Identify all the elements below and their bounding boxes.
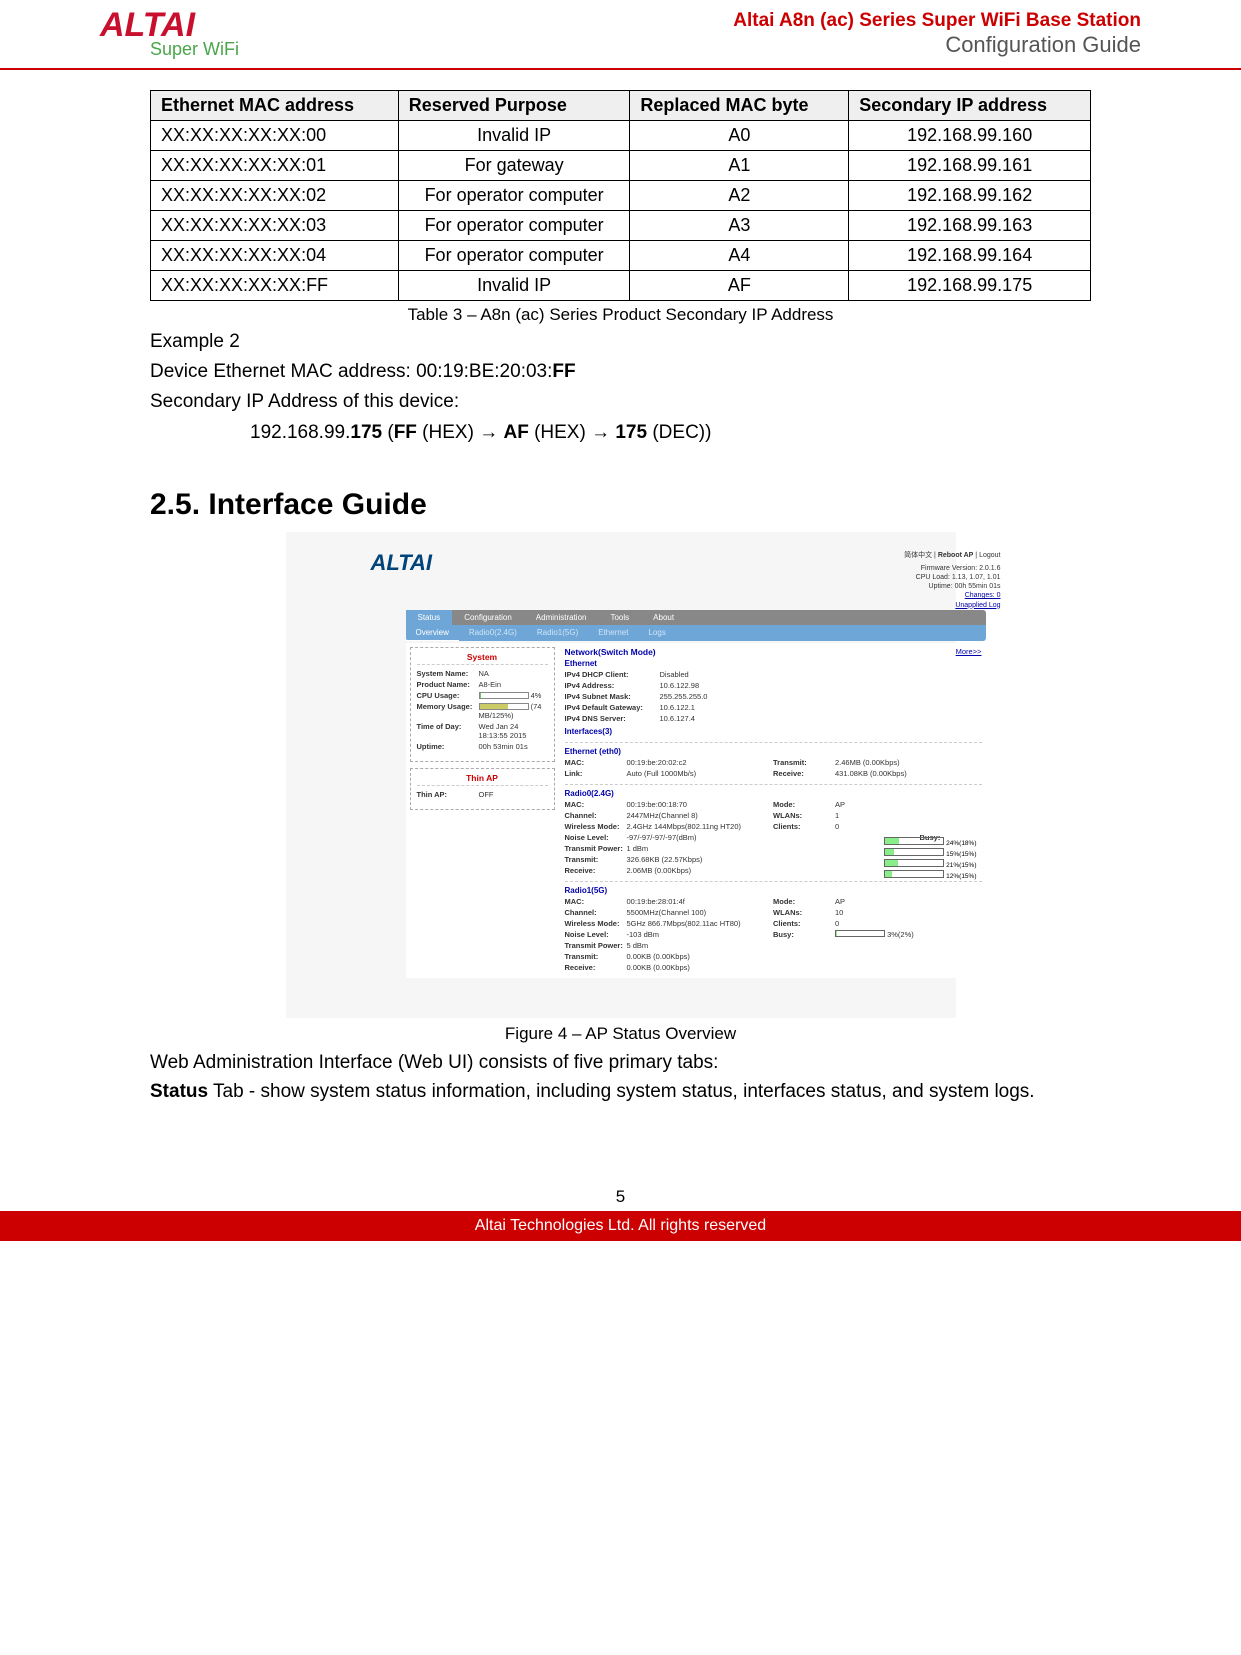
- example2-formula: 192.168.99.175 (FF (HEX) → AF (HEX) → 17…: [250, 418, 1091, 448]
- radio5-title: Radio1(5G): [565, 881, 982, 895]
- subtab-r5[interactable]: Radio1(5G): [527, 625, 588, 640]
- page-header: ALTAI Super WiFi Altai A8n (ac) Series S…: [0, 0, 1241, 70]
- doc-title-line1: Altai A8n (ac) Series Super WiFi Base St…: [733, 10, 1141, 32]
- subtab-overview[interactable]: Overview: [406, 625, 459, 641]
- figure4-caption: Figure 4 – AP Status Overview: [150, 1024, 1091, 1044]
- thinap-panel-title: Thin AP: [417, 773, 548, 786]
- table-row: XX:XX:XX:XX:XX:02For operator computerA2…: [151, 180, 1091, 210]
- subtab-r24[interactable]: Radio0(2.4G): [459, 625, 527, 640]
- fig-logo: ALTAI: [371, 550, 433, 575]
- table-row: XX:XX:XX:XX:XX:04For operator computerA4…: [151, 240, 1091, 270]
- system-panel-title: System: [417, 652, 548, 665]
- tab-about[interactable]: About: [641, 610, 686, 625]
- eth0-title: Ethernet (eth0): [565, 742, 982, 756]
- example2-line1: Device Ethernet MAC address: 00:19:BE:20…: [150, 357, 1091, 387]
- figure-ap-status: ALTAI 简体中文 | Reboot AP | Logout Firmware…: [286, 532, 956, 1017]
- body-paragraph: Web Administration Interface (Web UI) co…: [150, 1048, 1091, 1107]
- unapplied-link[interactable]: Unapplied Log: [955, 602, 1000, 609]
- th-ip: Secondary IP address: [849, 90, 1091, 120]
- subtab-logs[interactable]: Logs: [638, 625, 675, 640]
- tab-tools[interactable]: Tools: [598, 610, 641, 625]
- subtab-eth[interactable]: Ethernet: [588, 625, 638, 640]
- table-row: XX:XX:XX:XX:XX:01For gatewayA1192.168.99…: [151, 150, 1091, 180]
- doc-title-line2: Configuration Guide: [733, 32, 1141, 58]
- th-mac: Ethernet MAC address: [151, 90, 399, 120]
- thinap-panel: Thin AP Thin AP:OFF: [410, 768, 555, 810]
- fig-sub-nav: OverviewRadio0(2.4G)Radio1(5G)EthernetLo…: [406, 625, 986, 641]
- system-panel: System System Name:NA Product Name:A8-Ei…: [410, 647, 555, 762]
- page-number: 5: [0, 1187, 1241, 1207]
- logo-area: ALTAI Super WiFi: [100, 10, 239, 60]
- busy-bars: 24%(18%) 15%(15%) 21%(15%) 12%(15%): [884, 837, 976, 881]
- example2-heading: Example 2: [150, 327, 1091, 357]
- changes-link[interactable]: Changes: 0: [965, 592, 1001, 599]
- ethernet-subtitle: Ethernet: [565, 659, 982, 668]
- table-secondary-ip: Ethernet MAC address Reserved Purpose Re…: [150, 90, 1091, 301]
- table3-caption: Table 3 – A8n (ac) Series Product Second…: [150, 305, 1091, 325]
- logout-link[interactable]: Logout: [979, 552, 1000, 559]
- example2: Example 2 Device Ethernet MAC address: 0…: [150, 327, 1091, 449]
- lang-link[interactable]: 简体中文: [904, 552, 932, 559]
- table-row: XX:XX:XX:XX:XX:03For operator computerA3…: [151, 210, 1091, 240]
- logo-subtitle: Super WiFi: [150, 39, 239, 60]
- fig-topbar: 简体中文 | Reboot AP | Logout Firmware Versi…: [904, 550, 1000, 609]
- more-link[interactable]: More>>: [956, 647, 982, 656]
- th-purpose: Reserved Purpose: [398, 90, 630, 120]
- table-row: XX:XX:XX:XX:XX:FFInvalid IPAF192.168.99.…: [151, 270, 1091, 300]
- example2-line2: Secondary IP Address of this device:: [150, 387, 1091, 417]
- section-heading: 2.5. Interface Guide: [150, 488, 1091, 522]
- logo-text: ALTAI: [100, 10, 239, 41]
- tab-status[interactable]: Status: [406, 610, 453, 625]
- table-row: XX:XX:XX:XX:XX:00Invalid IPA0192.168.99.…: [151, 120, 1091, 150]
- tab-admin[interactable]: Administration: [524, 610, 599, 625]
- th-byte: Replaced MAC byte: [630, 90, 849, 120]
- header-title: Altai A8n (ac) Series Super WiFi Base St…: [733, 10, 1141, 58]
- network-panel: Network(Switch Mode) More>> Ethernet IPv…: [565, 647, 982, 974]
- footer-bar: Altai Technologies Ltd. All rights reser…: [0, 1211, 1241, 1241]
- fig-main-nav: StatusConfigurationAdministrationToolsAb…: [406, 610, 986, 625]
- fig-sysinfo: Firmware Version: 2.0.1.6 CPU Load: 1.13…: [904, 564, 1000, 609]
- interfaces-title: Interfaces(3): [565, 727, 982, 736]
- radio24-title: Radio0(2.4G): [565, 784, 982, 798]
- tab-config[interactable]: Configuration: [452, 610, 524, 625]
- reboot-link[interactable]: Reboot AP: [938, 552, 974, 559]
- network-title: Network(Switch Mode): [565, 647, 656, 657]
